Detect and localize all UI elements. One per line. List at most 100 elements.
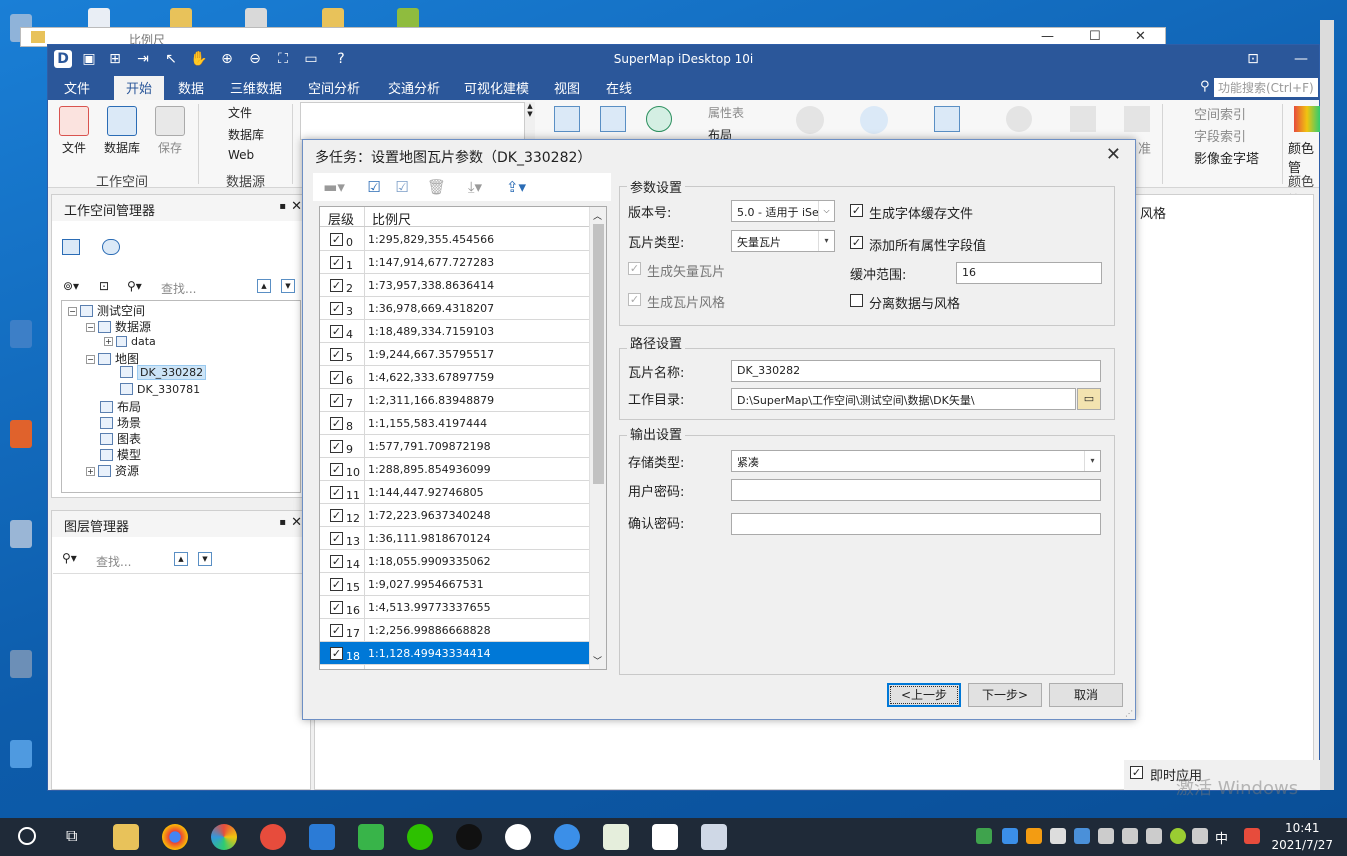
- header-level[interactable]: 层级: [328, 209, 354, 228]
- feishu-icon[interactable]: [554, 824, 580, 850]
- maximize-button[interactable]: ☐: [1089, 29, 1101, 44]
- scale-checkbox[interactable]: ✓: [330, 348, 343, 361]
- ds-file-item[interactable]: 文件: [228, 104, 252, 121]
- down-arrow-icon[interactable]: ▼: [281, 279, 295, 293]
- scale-checkbox[interactable]: ✓: [330, 578, 343, 591]
- workspace-tab-icon[interactable]: [62, 239, 80, 255]
- baidu-netdisk-icon[interactable]: [505, 824, 531, 850]
- scale-row[interactable]: ✓ 15 1:9,027.9954667531: [320, 573, 590, 596]
- scale-row[interactable]: ✓ 8 1:1,155,583.4197444: [320, 412, 590, 435]
- dialog-close-button[interactable]: ✕: [1106, 144, 1121, 165]
- tree-models[interactable]: 模型: [100, 446, 141, 463]
- scale-checkbox[interactable]: ✓: [330, 440, 343, 453]
- pin-icon[interactable]: ▪: [279, 517, 286, 528]
- chrome-icon[interactable]: [162, 824, 188, 850]
- desktop-app-icon[interactable]: [10, 420, 32, 448]
- folder-browse-button[interactable]: ▭: [1077, 388, 1101, 410]
- scale-row[interactable]: ✓ 2 1:73,957,338.8636414: [320, 274, 590, 297]
- field-index-item[interactable]: 字段索引: [1194, 126, 1246, 145]
- tree-maps[interactable]: − 地图: [86, 350, 139, 367]
- work-dir-input[interactable]: D:\SuperMap\工作空间\测试空间\数据\DK矢量\: [731, 388, 1076, 410]
- image-pyramid-item[interactable]: 影像金字塔: [1194, 148, 1259, 167]
- clock[interactable]: 10:41 2021/7/27: [1271, 820, 1333, 854]
- scroll-down-icon[interactable]: ﹀: [593, 654, 602, 667]
- down-arrow-icon[interactable]: ▼: [198, 552, 212, 566]
- scale-checkbox[interactable]: ✓: [330, 624, 343, 637]
- tray-sogou-icon[interactable]: [1244, 828, 1260, 844]
- prev-button[interactable]: <上一步: [887, 683, 961, 707]
- gallery-icon[interactable]: [600, 106, 626, 132]
- save-workspace-button[interactable]: 保存: [154, 106, 186, 156]
- scale-list[interactable]: 层级 比例尺 ✓ 0 1:295,829,355.454566 ✓ 1 1:147,914…: [319, 206, 607, 670]
- delete-icon[interactable]: 🗑: [427, 178, 446, 196]
- upload-icon[interactable]: [860, 106, 888, 134]
- gallery-icon[interactable]: [646, 106, 672, 132]
- tool-icon[interactable]: [1070, 106, 1096, 132]
- tree-resources[interactable]: + 资源: [86, 462, 139, 479]
- qq-icon[interactable]: [456, 824, 482, 850]
- minimize-icon[interactable]: —: [1292, 50, 1310, 68]
- wechat-icon[interactable]: [407, 824, 433, 850]
- search-icon[interactable]: ⚲▾: [127, 279, 142, 293]
- scale-row[interactable]: ✓ 16 1:4,513.99773337655: [320, 596, 590, 619]
- tree-data[interactable]: + data: [104, 335, 156, 348]
- scale-row[interactable]: ✓ 5 1:9,244,667.35795517: [320, 343, 590, 366]
- up-arrow-icon[interactable]: ▲: [174, 552, 188, 566]
- tree-scenes[interactable]: 场景: [100, 414, 141, 431]
- scale-row[interactable]: ✓ 11 1:144,447.92746805: [320, 481, 590, 504]
- color-icon[interactable]: [1294, 106, 1320, 132]
- scroll-up-icon[interactable]: ︿: [593, 209, 602, 222]
- spatial-index-item[interactable]: 空间索引: [1194, 104, 1246, 123]
- export-icon[interactable]: ⇪▾: [501, 178, 531, 196]
- tree-map-dk330781[interactable]: DK_330781: [120, 383, 200, 396]
- scale-checkbox[interactable]: ✓: [330, 302, 343, 315]
- tile-type-select[interactable]: 矢量瓦片 ▾: [731, 230, 835, 252]
- scale-checkbox[interactable]: ✓: [330, 647, 343, 660]
- locate-icon[interactable]: ⊡: [99, 279, 109, 293]
- desktop-app-icon[interactable]: [10, 740, 32, 768]
- gallery-icon[interactable]: [554, 106, 580, 132]
- tile-name-input[interactable]: DK_330282: [731, 360, 1101, 382]
- desktop-app-icon[interactable]: [10, 650, 32, 678]
- scale-checkbox[interactable]: ✓: [330, 532, 343, 545]
- resize-grip-icon[interactable]: ⋰: [1125, 709, 1133, 718]
- tray-volume-icon[interactable]: [1146, 828, 1162, 844]
- scale-row[interactable]: ✓ 0 1:295,829,355.454566: [320, 228, 590, 251]
- version-select[interactable]: 5.0 - 适用于 iSe ⌵: [731, 200, 835, 222]
- scale-checkbox[interactable]: ✓: [330, 486, 343, 499]
- ds-database-item[interactable]: 数据库: [228, 126, 264, 143]
- separate-checkbox[interactable]: [850, 294, 863, 307]
- scale-row[interactable]: ✓ 12 1:72,223.9637340248: [320, 504, 590, 527]
- tree-layouts[interactable]: 布局: [100, 398, 141, 415]
- tray-app-icon[interactable]: [1002, 828, 1018, 844]
- tree-map-dk330282[interactable]: DK_330282: [120, 365, 207, 380]
- tray-shield-icon[interactable]: [976, 828, 992, 844]
- close-icon[interactable]: ✕: [291, 199, 302, 214]
- menu-start[interactable]: 开始: [114, 76, 165, 100]
- menu-visual-modeling[interactable]: 可视化建模: [464, 78, 529, 97]
- storage-type-select[interactable]: 紧凑 ▾: [731, 450, 1101, 472]
- gen-vector-checkbox[interactable]: ✓: [628, 262, 641, 275]
- right-scrollbar[interactable]: [1320, 20, 1334, 790]
- menu-view[interactable]: 视图: [554, 78, 580, 97]
- cancel-button[interactable]: 取消: [1049, 683, 1123, 707]
- tool-icon[interactable]: [1006, 106, 1032, 132]
- minimize-button[interactable]: —: [1041, 29, 1054, 44]
- menu-3d-data[interactable]: 三维数据: [230, 78, 282, 97]
- scale-checkbox[interactable]: ✓: [330, 233, 343, 246]
- header-scale[interactable]: 比例尺: [372, 209, 411, 228]
- scale-checkbox[interactable]: ✓: [330, 555, 343, 568]
- scale-row[interactable]: ✓ 1 1:147,914,677.727283: [320, 251, 590, 274]
- workspace-search-input[interactable]: 查找...: [161, 280, 196, 297]
- menu-traffic-analysis[interactable]: 交通分析: [388, 78, 440, 97]
- close-icon[interactable]: ✕: [291, 515, 302, 530]
- project-icon[interactable]: [603, 824, 629, 850]
- desktop-app-icon[interactable]: [10, 320, 32, 348]
- supermap-icon[interactable]: [652, 824, 678, 850]
- tray-app-icon[interactable]: [1026, 828, 1042, 844]
- next-button[interactable]: 下一步>: [968, 683, 1042, 707]
- view-icon[interactable]: ⊚▾: [63, 279, 79, 293]
- scale-checkbox[interactable]: ✓: [330, 371, 343, 384]
- scale-row[interactable]: ✓ 7 1:2,311,166.83948879: [320, 389, 590, 412]
- add-scale-icon[interactable]: ▬▾: [319, 178, 349, 196]
